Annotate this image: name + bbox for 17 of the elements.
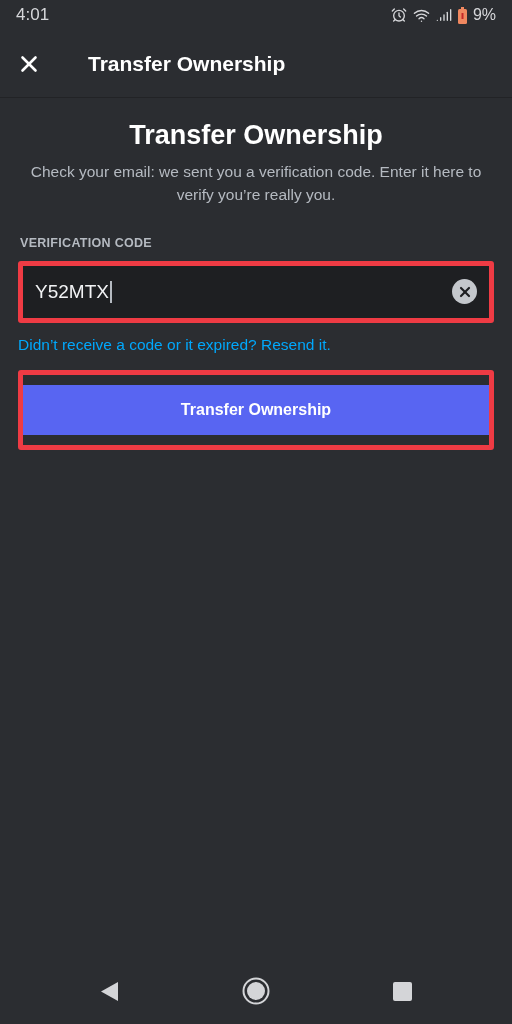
code-field[interactable]: Y52MTX [23,265,489,318]
clear-button[interactable] [452,279,477,305]
field-label: VERIFICATION CODE [20,235,153,252]
page-heading: Transfer Ownership [128,119,384,152]
battery-icon [457,6,467,24]
text-cursor [109,280,112,303]
description-text: Check your email: we sent you a verification code. Enter it here to verify you’re really you. [29,162,483,205]
home-icon[interactable] [242,977,270,1005]
back-icon[interactable] [100,980,119,1002]
transfer-ownership-button[interactable]: Transfer Ownership [23,385,489,435]
signal-icon [435,7,452,23]
alarm-icon [390,7,407,23]
recents-icon[interactable] [393,981,412,1001]
resend-link[interactable]: Didn’t receive a code or it expired? Resend it. [18,332,494,356]
header-title: Transfer Ownership [88,50,286,77]
status-time: 4:01 [16,4,50,27]
battery-percent: 9% [472,5,496,25]
